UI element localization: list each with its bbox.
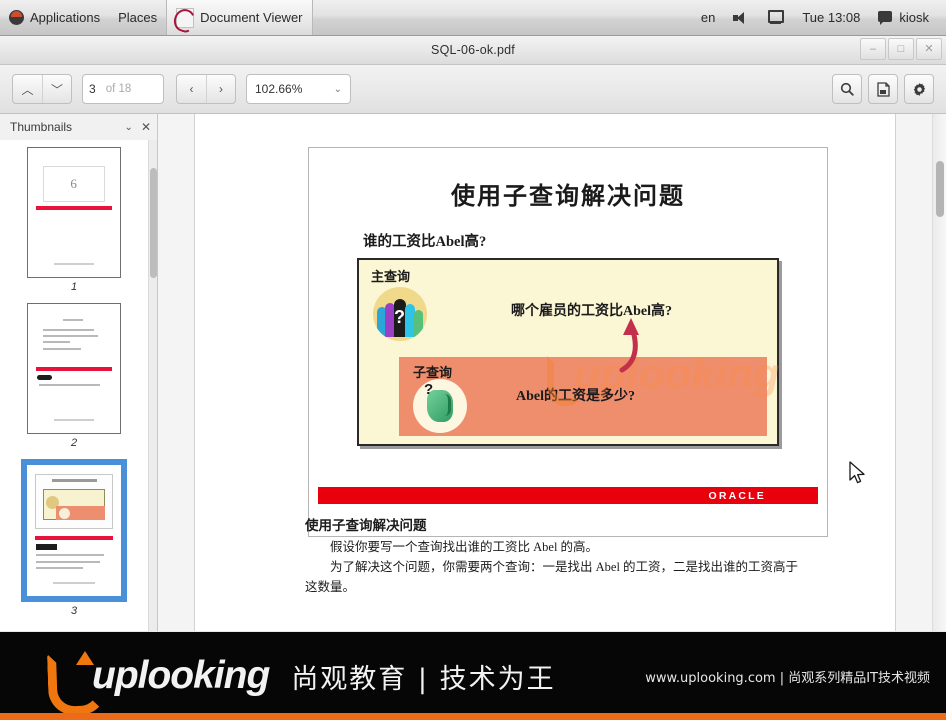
uplooking-logo-icon [46,651,96,701]
thumbnail-label: 3 [70,605,78,617]
gnome-top-panel: Applications Places Document Viewer en T… [0,0,946,36]
page-total-label: of 18 [105,83,132,95]
thumbnail-item-2[interactable]: 2 [27,303,121,455]
menu-applications[interactable]: Applications [0,0,109,35]
document-viewer-icon [176,7,195,28]
slide-subtitle: 谁的工资比Abel高? [363,234,487,250]
thumbnail-item-3[interactable]: 3 [21,459,127,623]
uplooking-banner: uplooking 尚观教育 | 技术为王 www.uplooking.com … [0,632,946,720]
history-forward-button[interactable]: › [206,75,235,103]
chevron-down-icon: ⌄ [333,83,342,95]
sidebar-scroll-area: 6 1 2 3 [0,140,157,631]
body-paragraph-3: 这数量。 [305,579,356,594]
window-title: SQL-06-ok.pdf [431,43,515,57]
question-mark-icon: ? [424,381,434,398]
chevron-down-icon[interactable]: ⌄ [117,122,141,133]
document-scrollbar-thumb[interactable] [936,161,944,217]
pdf-slide: 使用子查询解决问题 谁的工资比Abel高? uplooking 主查询 ? 哪个… [308,147,828,537]
volume-icon [733,11,749,25]
screen: Applications Places Document Viewer en T… [0,0,946,720]
gear-icon [913,82,925,96]
maximize-button[interactable]: □ [888,38,914,60]
volume-indicator[interactable] [724,0,758,35]
main-area: Thumbnails ⌄ ✕ 6 1 2 3 使用子查询解决问题 谁的工资比Ab… [0,114,946,631]
mouse-cursor [849,461,865,484]
document-toolbar: ︿ ﹀ 3 of 18 ‹ › 102.66% ⌄ [0,65,946,114]
taskbar-item-document-viewer[interactable]: Document Viewer [166,0,313,35]
sidebar-header: Thumbnails ⌄ ✕ [0,114,157,140]
close-icon[interactable]: ✕ [141,120,151,134]
thumbnail-page-preview [21,459,127,602]
taskbar-item-label: Document Viewer [200,10,303,25]
money-stack-icon: ? [413,379,467,433]
annotation-button[interactable] [868,74,898,104]
sub-query-text: Abel的工资是多少? [516,389,635,404]
uplooking-wordmark: uplooking [92,654,270,697]
clock[interactable]: Tue 13:08 [793,0,869,35]
uplooking-slogan: 尚观教育 | 技术为王 [291,663,556,695]
document-viewer-window: SQL-06-ok.pdf – □ ✕ ︿ ﹀ 3 of 18 ‹ › 102.… [0,36,946,632]
history-nav-group: ‹ › [176,74,236,104]
search-button[interactable] [832,74,862,104]
body-paragraph-2: 为了解决这个问题，你需要两个查询：一是找出 Abel 的工资，二是找出谁的工资高… [330,559,799,574]
query-diagram: uplooking 主查询 ? 哪个雇员的工资比Abel高? 子查询 ? Abe… [357,258,779,446]
thumbnails-sidebar: Thumbnails ⌄ ✕ 6 1 2 3 [0,114,158,631]
minimize-button[interactable]: – [860,38,886,60]
network-icon [767,10,785,25]
search-icon [840,82,854,96]
sidebar-scrollbar[interactable] [148,140,157,631]
user-menu-label: kiosk [899,10,929,25]
body-heading: 使用子查询解决问题 [305,518,427,533]
zoom-level-value: 102.66% [255,82,303,96]
next-page-button[interactable]: ﹀ [42,75,71,103]
oracle-footer-bar: ORACLE [318,487,818,504]
sidebar-title: Thumbnails [10,120,73,134]
page-number-input[interactable]: 3 of 18 [82,74,164,104]
curved-arrow-icon [619,318,639,373]
pdf-page: 使用子查询解决问题 谁的工资比Abel高? uplooking 主查询 ? 哪个… [195,114,895,631]
people-group-icon: ? [373,287,427,341]
current-page-value: 3 [89,82,96,96]
sub-query-label: 子查询 [413,365,453,380]
thumbnail-page-preview [27,303,121,434]
thumbnail-label: 2 [70,437,78,449]
slide-title: 使用子查询解决问题 [451,184,685,210]
keyboard-layout-indicator[interactable]: en [692,0,724,35]
settings-button[interactable] [904,74,934,104]
sidebar-scrollbar-thumb[interactable] [150,168,157,278]
body-paragraph-1: 假设你要写一个查询找出谁的工资比 Abel 的高。 [330,540,599,554]
add-annotation-icon [876,81,890,97]
toolbar-right-group [832,74,934,104]
zoom-level-select[interactable]: 102.66% ⌄ [246,74,351,104]
document-scrollbar[interactable] [932,114,946,631]
thumbnail-label: 1 [70,281,78,293]
banner-accent-rule [0,713,946,720]
page-step-group: ︿ ﹀ [12,74,72,104]
sub-query-band: 子查询 ? Abel的工资是多少? [399,357,767,436]
thumbnail-page-preview: 6 [27,147,121,278]
thumbnail-item-1[interactable]: 6 1 [27,147,121,299]
menu-places-label: Places [118,10,158,25]
previous-page-button[interactable]: ︿ [13,75,42,103]
document-view[interactable]: 使用子查询解决问题 谁的工资比Abel高? uplooking 主查询 ? 哪个… [158,114,946,631]
close-button[interactable]: ✕ [916,38,942,60]
question-mark-icon: ? [394,307,405,327]
ubuntu-logo-icon [9,10,24,25]
thumbnail-list: 6 1 2 3 [0,140,148,631]
uplooking-site-line: www.uplooking.com | 尚观系列精品IT技术视频 [645,670,930,686]
menu-places[interactable]: Places [109,0,166,35]
oracle-wordmark: ORACLE [708,489,766,502]
main-query-label: 主查询 [371,269,411,284]
menu-applications-label: Applications [30,10,101,25]
user-menu[interactable]: kiosk [869,0,938,35]
window-titlebar: SQL-06-ok.pdf – □ ✕ [0,36,946,65]
window-controls: – □ ✕ [860,38,942,60]
keyboard-layout-label: en [700,10,716,25]
user-session-icon [878,10,893,25]
network-indicator[interactable] [758,0,793,35]
pdf-body-text: 使用子查询解决问题 假设你要写一个查询找出谁的工资比 Abel 的高。 为了解决… [305,514,840,597]
clock-label: Tue 13:08 [802,10,861,25]
history-back-button[interactable]: ‹ [177,75,206,103]
